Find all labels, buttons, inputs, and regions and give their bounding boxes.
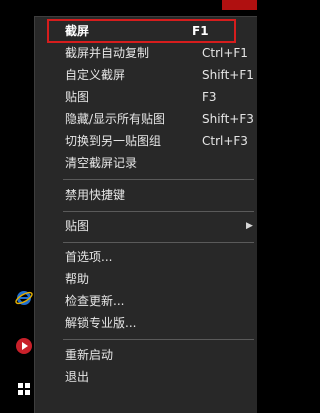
menu-item-help[interactable]: 帮助 (45, 269, 255, 289)
menu-item-clear-history[interactable]: 清空截屏记录 (45, 153, 255, 173)
menu-item-label: 贴图 (65, 219, 90, 233)
chevron-right-icon: ▶ (246, 221, 253, 231)
menu-item-restart[interactable]: 重新启动 (45, 345, 255, 365)
background-window-fragment (222, 0, 257, 10)
menu-item-paste[interactable]: 贴图 F3 (45, 87, 255, 107)
menu-item-label: 首选项... (65, 250, 113, 264)
menu-separator (63, 242, 254, 243)
menu-item-shortcut: Shift+F1 (202, 68, 254, 82)
menu-item-shortcut: Shift+F3 (202, 112, 254, 126)
menu-item-toggle-pastes[interactable]: 隐藏/显示所有贴图 Shift+F3 (45, 109, 255, 129)
menu-item-label: 解锁专业版... (65, 316, 137, 330)
menu-item-preferences[interactable]: 首选项... (45, 247, 255, 267)
menu-item-custom-screenshot[interactable]: 自定义截屏 Shift+F1 (45, 65, 255, 85)
media-player-icon[interactable] (14, 336, 34, 356)
menu-item-screenshot[interactable]: 截屏 F1 (47, 19, 236, 43)
menu-item-label: 退出 (65, 370, 90, 384)
menu-item-label: 清空截屏记录 (65, 156, 138, 170)
menu-item-label: 禁用快捷键 (65, 188, 126, 202)
ie-icon[interactable] (14, 288, 34, 308)
menu-item-screenshot-copy[interactable]: 截屏并自动复制 Ctrl+F1 (45, 43, 255, 63)
menu-item-shortcut: F1 (192, 24, 209, 38)
menu-item-label: 检查更新... (65, 294, 125, 308)
menu-separator (63, 339, 254, 340)
menu-item-disable-hotkeys[interactable]: 禁用快捷键 (45, 185, 255, 205)
menu-item-label: 自定义截屏 (65, 68, 126, 82)
menu-item-exit[interactable]: 退出 (45, 367, 255, 387)
menu-item-check-updates[interactable]: 检查更新... (45, 291, 255, 311)
menu-item-shortcut: Ctrl+F1 (202, 46, 248, 60)
pin-icon[interactable] (14, 380, 34, 400)
menu-item-unlock-pro[interactable]: 解锁专业版... (45, 313, 255, 333)
menu-item-label: 重新启动 (65, 348, 114, 362)
context-menu: 截屏 F1 截屏并自动复制 Ctrl+F1 自定义截屏 Shift+F1 贴图 … (34, 16, 257, 413)
menu-item-paste-submenu[interactable]: 贴图 ▶ (45, 216, 255, 236)
menu-item-switch-group[interactable]: 切换到另一贴图组 Ctrl+F3 (45, 131, 255, 151)
menu-item-shortcut: F3 (202, 90, 217, 104)
menu-item-label: 截屏 (65, 24, 90, 38)
menu-item-label: 帮助 (65, 272, 90, 286)
menu-item-label: 截屏并自动复制 (65, 46, 150, 60)
menu-item-label: 隐藏/显示所有贴图 (65, 112, 166, 126)
menu-item-shortcut: Ctrl+F3 (202, 134, 248, 148)
menu-separator (63, 211, 254, 212)
menu-item-label: 贴图 (65, 90, 90, 104)
menu-item-label: 切换到另一贴图组 (65, 134, 162, 148)
menu-separator (63, 179, 254, 180)
